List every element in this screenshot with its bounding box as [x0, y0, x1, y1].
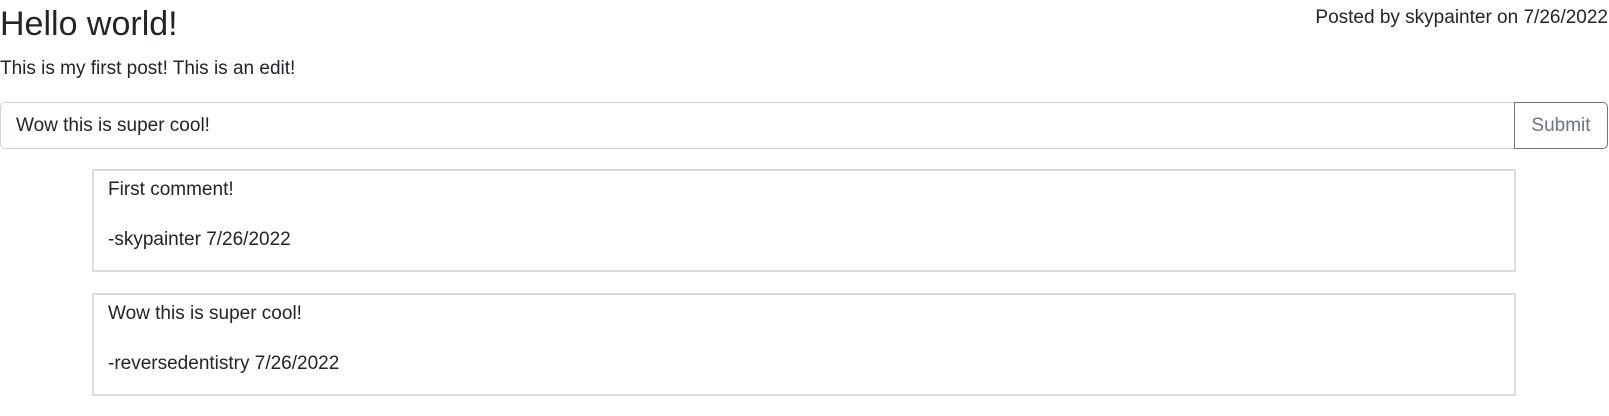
comment-input[interactable]	[0, 102, 1514, 149]
comment-text: First comment!	[108, 179, 234, 200]
comment-form: Submit	[0, 102, 1608, 149]
comment-signature: -skypainter 7/26/2022	[108, 229, 291, 250]
post-title: Hello world!	[0, 5, 178, 43]
comment-signature: -reversedentistry 7/26/2022	[108, 353, 340, 374]
post-container: Hello world! Posted by skypainter on 7/2…	[0, 0, 1609, 416]
comment-card: Wow this is super cool! -reversedentistr…	[92, 293, 1516, 396]
post-meta: Posted by skypainter on 7/26/2022	[1315, 7, 1608, 28]
post-body: This is my first post! This is an edit!	[0, 58, 296, 79]
comment-card: First comment! -skypainter 7/26/2022	[92, 169, 1516, 272]
comment-text: Wow this is super cool!	[108, 303, 302, 324]
submit-button[interactable]: Submit	[1514, 102, 1608, 149]
